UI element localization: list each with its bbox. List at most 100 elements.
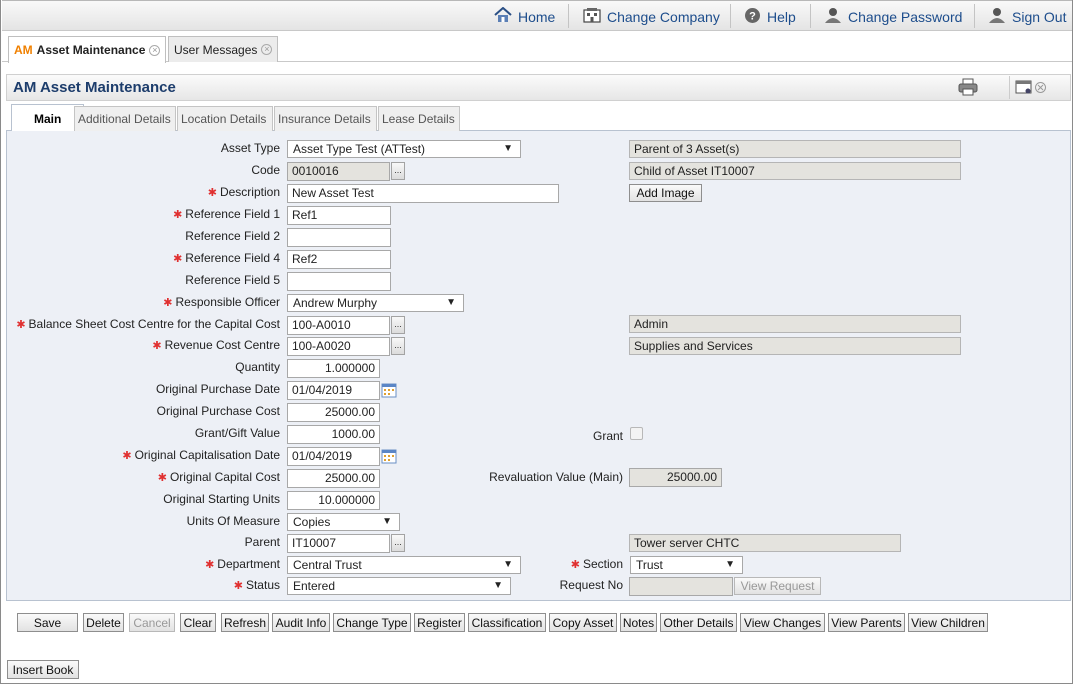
- status-label: ✱ Status: [233, 578, 280, 592]
- bs-cost-centre-label: ✱ Balance Sheet Cost Centre for the Capit…: [16, 317, 280, 331]
- dropdown-arrow-icon: ▼: [493, 580, 503, 591]
- change-password-label: Change Password: [848, 9, 963, 25]
- parent-info: Tower server CHTC: [629, 534, 901, 552]
- cancel-button[interactable]: Cancel: [129, 613, 175, 632]
- add-image-button[interactable]: Add Image: [629, 184, 702, 202]
- quantity-input[interactable]: 1.000000: [287, 359, 380, 378]
- parent-label: Parent: [244, 535, 280, 549]
- building-icon: [583, 7, 601, 26]
- other-details-button[interactable]: Other Details: [660, 613, 737, 632]
- section-label: ✱ Section: [570, 557, 623, 571]
- calendar-icon[interactable]: [381, 448, 397, 464]
- rev-cost-centre-label: ✱ Revenue Cost Centre: [152, 338, 280, 352]
- tab-location-details[interactable]: Location Details: [177, 106, 273, 131]
- view-children-button[interactable]: View Children: [908, 613, 988, 632]
- window-icon[interactable]: [1015, 79, 1033, 98]
- parent-lookup-button[interactable]: ...: [391, 534, 405, 552]
- audit-info-button[interactable]: Audit Info: [272, 613, 330, 632]
- svg-text:?: ?: [749, 11, 756, 23]
- view-changes-button[interactable]: View Changes: [740, 613, 825, 632]
- close-tab-icon[interactable]: ×: [261, 44, 273, 55]
- bs-cost-centre-info: Admin: [629, 315, 961, 333]
- department-value: Central Trust: [293, 558, 362, 572]
- save-button[interactable]: Save: [17, 613, 78, 632]
- grant-checkbox[interactable]: [630, 427, 643, 440]
- change-type-button[interactable]: Change Type: [333, 613, 411, 632]
- status-select[interactable]: Entered ▼: [287, 577, 511, 595]
- refresh-button[interactable]: Refresh: [221, 613, 269, 632]
- asset-type-info: Parent of 3 Asset(s): [629, 140, 961, 158]
- rev-cost-centre-info: Supplies and Services: [629, 337, 961, 355]
- close-panel-icon[interactable]: [1035, 82, 1046, 96]
- asset-type-label: Asset Type: [220, 141, 280, 155]
- tab-user-messages[interactable]: User Messages ×: [168, 36, 279, 62]
- print-icon[interactable]: [958, 78, 978, 99]
- revaluation-value: 25000.00: [629, 468, 722, 487]
- dropdown-arrow-icon: ▼: [446, 297, 456, 308]
- panel-header: AM Asset Maintenance: [6, 74, 1071, 101]
- officer-select[interactable]: Andrew Murphy ▼: [287, 294, 464, 312]
- officer-value: Andrew Murphy: [293, 296, 378, 310]
- start-units-input[interactable]: 10.000000: [287, 491, 380, 510]
- register-button[interactable]: Register: [414, 613, 465, 632]
- section-select[interactable]: Trust ▼: [630, 556, 743, 574]
- description-input[interactable]: New Asset Test: [287, 184, 559, 203]
- clear-button[interactable]: Clear: [180, 613, 216, 632]
- section-value: Trust: [636, 558, 663, 572]
- ref1-input[interactable]: Ref1: [287, 206, 391, 225]
- home-link[interactable]: Home: [494, 6, 555, 26]
- start-units-label: Original Starting Units: [163, 492, 280, 506]
- asset-type-select[interactable]: Asset Type Test (ATTest) ▼: [287, 140, 521, 158]
- change-company-label: Change Company: [607, 8, 720, 25]
- cap-date-input[interactable]: 01/04/2019: [287, 447, 380, 466]
- asset-type-value: Asset Type Test (ATTest): [293, 142, 426, 156]
- parent-input[interactable]: IT10007: [287, 534, 390, 553]
- ref2-input[interactable]: [287, 228, 391, 247]
- page-title: AM Asset Maintenance: [13, 79, 176, 96]
- ref5-input[interactable]: [287, 272, 391, 291]
- request-no-field: [629, 577, 733, 596]
- rev-cost-centre-input[interactable]: 100-A0020: [287, 337, 390, 356]
- module-code: AM: [14, 43, 33, 57]
- notes-button[interactable]: Notes: [620, 613, 657, 632]
- code-lookup-button[interactable]: ...: [391, 162, 405, 180]
- close-tab-icon[interactable]: ×: [149, 44, 161, 56]
- help-link[interactable]: ? Help: [744, 7, 796, 27]
- required-marker: ✱: [173, 253, 183, 265]
- tab-insurance-details[interactable]: Insurance Details: [274, 106, 377, 131]
- delete-button[interactable]: Delete: [83, 613, 124, 632]
- view-request-button[interactable]: View Request: [734, 577, 821, 595]
- calendar-icon[interactable]: [381, 382, 397, 398]
- cap-cost-input[interactable]: 25000.00: [287, 469, 380, 488]
- sign-out-link[interactable]: Sign Out: [988, 7, 1066, 27]
- page-tab-bar: AM Asset Maintenance × User Messages ×: [2, 31, 1072, 63]
- ref4-input[interactable]: Ref2: [287, 250, 391, 269]
- copy-asset-button[interactable]: Copy Asset: [549, 613, 617, 632]
- change-company-link[interactable]: Change Company: [583, 7, 720, 26]
- quantity-label: Quantity: [235, 360, 280, 374]
- cap-cost-label: ✱ Original Capital Cost: [157, 470, 280, 484]
- tab-additional-details[interactable]: Additional Details: [74, 106, 176, 131]
- tab-asset-maintenance[interactable]: AM Asset Maintenance ×: [8, 36, 167, 63]
- purchase-cost-input[interactable]: 25000.00: [287, 403, 380, 422]
- insert-book-button[interactable]: Insert Book: [7, 660, 79, 679]
- purchase-date-input[interactable]: 01/04/2019: [287, 381, 380, 400]
- help-icon: ?: [744, 7, 761, 27]
- uom-select[interactable]: Copies ▼: [287, 513, 400, 531]
- classification-button[interactable]: Classification: [468, 613, 546, 632]
- code-field[interactable]: 0010016: [287, 162, 390, 181]
- grant-value-input[interactable]: 1000.00: [287, 425, 380, 444]
- view-parents-button[interactable]: View Parents: [828, 613, 905, 632]
- required-marker: ✱: [207, 187, 217, 199]
- status-value: Entered: [293, 579, 336, 593]
- department-select[interactable]: Central Trust ▼: [287, 556, 521, 574]
- rev-cost-centre-lookup-button[interactable]: ...: [391, 337, 405, 355]
- home-icon: [494, 6, 512, 26]
- change-password-link[interactable]: Change Password: [824, 7, 962, 27]
- required-marker: ✱: [173, 209, 183, 221]
- tab-lease-details[interactable]: Lease Details: [378, 106, 460, 131]
- grant-label: Grant: [592, 429, 623, 443]
- help-label: Help: [767, 9, 796, 25]
- bs-cost-centre-input[interactable]: 100-A0010: [287, 316, 390, 335]
- bs-cost-centre-lookup-button[interactable]: ...: [391, 316, 405, 334]
